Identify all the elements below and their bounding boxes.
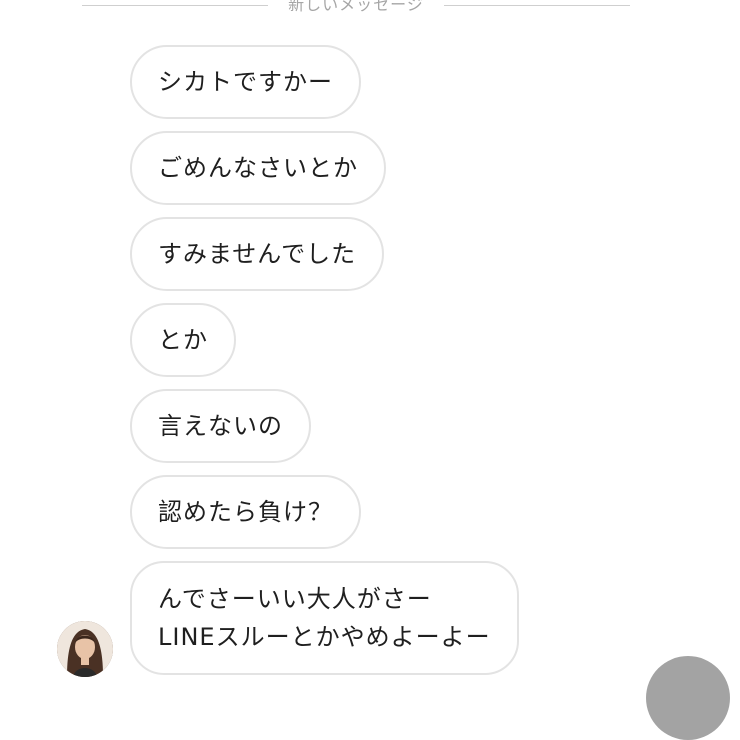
new-messages-divider: 新しいメッセージ bbox=[0, 0, 740, 16]
message-text: すみませんでした bbox=[158, 240, 357, 268]
message-text: ごめんなさいとか bbox=[158, 154, 358, 182]
message-bubble[interactable]: すみませんでした bbox=[130, 217, 385, 291]
message-text-line: LINEスルーとかやめよーよー bbox=[158, 623, 491, 651]
message-bubble[interactable]: 認めたら負け？ bbox=[130, 475, 361, 549]
message-text: 認めたら負け？ bbox=[158, 498, 333, 526]
message-text: シカトですかー bbox=[158, 68, 333, 96]
avatar-image bbox=[57, 621, 113, 677]
message-bubble[interactable]: んでさーいい大人がさー LINEスルーとかやめよーよー bbox=[130, 561, 519, 675]
new-messages-label: 新しいメッセージ bbox=[288, 0, 424, 14]
message-bubble[interactable]: とか bbox=[130, 303, 236, 377]
scroll-down-button[interactable] bbox=[646, 656, 730, 740]
message-text: とか bbox=[158, 326, 208, 354]
message-bubble[interactable]: シカトですかー bbox=[130, 45, 361, 119]
divider-line-right bbox=[444, 5, 630, 6]
message-bubble[interactable]: 言えないの bbox=[130, 389, 311, 463]
message-text-line: んでさーいい大人がさー bbox=[158, 585, 432, 613]
message-bubble[interactable]: ごめんなさいとか bbox=[130, 131, 386, 205]
message-text: 言えないの bbox=[158, 412, 283, 440]
sender-avatar[interactable] bbox=[57, 621, 113, 677]
divider-line-left bbox=[82, 5, 268, 6]
